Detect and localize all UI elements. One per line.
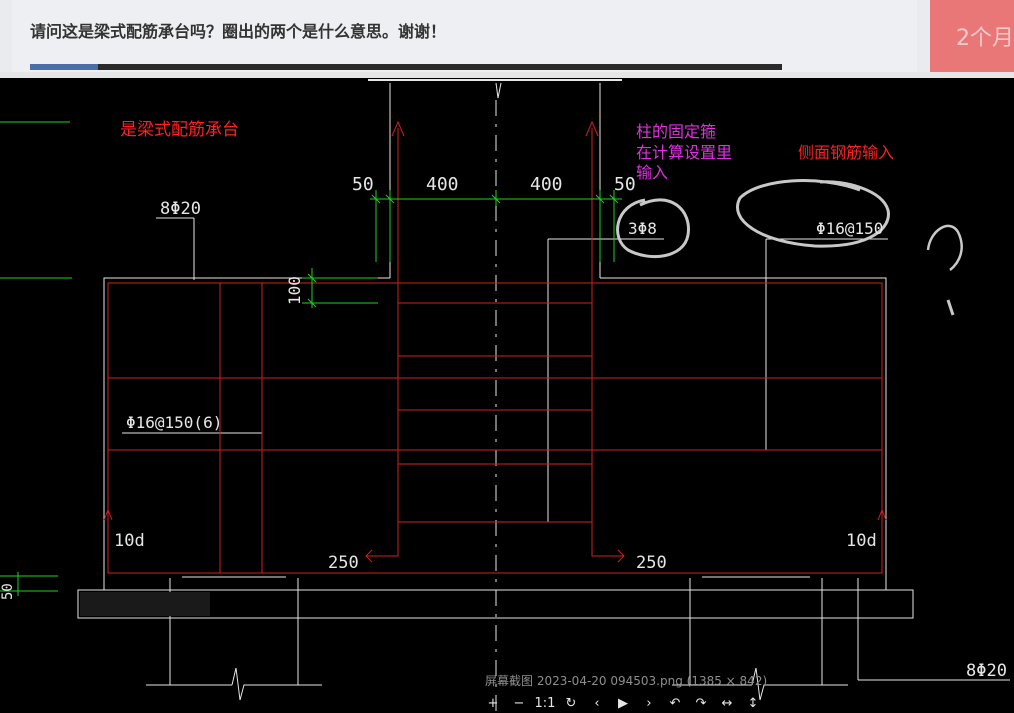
card-image-strip bbox=[30, 64, 782, 70]
rebar-top-left: 8Φ20 bbox=[160, 199, 201, 219]
rotate-left-button[interactable]: ↶ bbox=[662, 694, 688, 713]
beam-cap-note: 是梁式配筋承台 bbox=[120, 120, 239, 140]
column-stirrup-note-1: 柱的固定箍 bbox=[636, 122, 716, 141]
promo-text: 2个月 bbox=[956, 26, 1014, 51]
next-button[interactable]: › bbox=[636, 694, 662, 713]
dimension-lines bbox=[0, 121, 622, 596]
anchor-left: 10d bbox=[114, 531, 145, 551]
anchor-right: 10d bbox=[846, 531, 877, 551]
annotation-texts: 是梁式配筋承台 柱的固定箍 在计算设置里 输入 侧面钢筋输入 bbox=[120, 120, 894, 182]
question-mark-dot bbox=[946, 299, 955, 316]
refresh-icon[interactable]: ↻ bbox=[558, 694, 584, 713]
zoom-out-button[interactable]: − bbox=[506, 694, 532, 713]
rebar-lines bbox=[103, 120, 887, 574]
flip-vertical-button[interactable]: ↕ bbox=[740, 694, 766, 713]
cad-drawing[interactable]: 50 400 400 50 8Φ20 100 3Φ8 Φ16@150 Φ16@1… bbox=[0, 78, 1014, 713]
bend-left: 250 bbox=[328, 553, 359, 573]
previous-button[interactable]: ‹ bbox=[584, 694, 610, 713]
zoom-in-button[interactable]: + bbox=[480, 694, 506, 713]
dim-50-left: 50 bbox=[352, 174, 374, 195]
dim-400-right: 400 bbox=[530, 174, 563, 195]
rebar-stirrup-beam: Φ16@150(6) bbox=[126, 413, 222, 432]
side-rebar-note: 侧面钢筋输入 bbox=[798, 143, 894, 162]
play-button[interactable]: ▶ bbox=[610, 694, 636, 713]
dim-50-left-edge: 50 bbox=[0, 583, 16, 600]
column-stirrup-note-3: 输入 bbox=[636, 163, 668, 182]
rebar-stirrup-column: 3Φ8 bbox=[628, 219, 657, 238]
flip-horizontal-button[interactable]: ↔ bbox=[714, 694, 740, 713]
rebar-side: Φ16@150 bbox=[816, 219, 883, 238]
column-stirrup-note-2: 在计算设置里 bbox=[636, 143, 732, 162]
dim-100: 100 bbox=[285, 276, 304, 305]
rotate-right-button[interactable]: ↷ bbox=[688, 694, 714, 713]
card-image-strip-highlight bbox=[30, 64, 98, 70]
question-title[interactable]: 请问这是梁式配筋承台吗？圈出的两个是什么意思。谢谢！ bbox=[30, 18, 446, 42]
viewer-toolbar: + − 1:1 ↻ ‹ ▶ › ↶ ↷ ↔ ↕ bbox=[480, 694, 766, 713]
file-caption: 屏幕截图 2023-04-20 094503.png (1385 × 842) bbox=[485, 674, 768, 688]
hand-drawn-marks[interactable] bbox=[616, 179, 963, 316]
question-mark-curve bbox=[926, 224, 963, 271]
dim-50-right: 50 bbox=[614, 174, 636, 195]
bend-right: 250 bbox=[636, 553, 667, 573]
rebar-bottom-right: 8Φ20 bbox=[966, 661, 1007, 681]
dim-400-left: 400 bbox=[426, 174, 459, 195]
actual-size-button[interactable]: 1:1 bbox=[532, 694, 558, 713]
